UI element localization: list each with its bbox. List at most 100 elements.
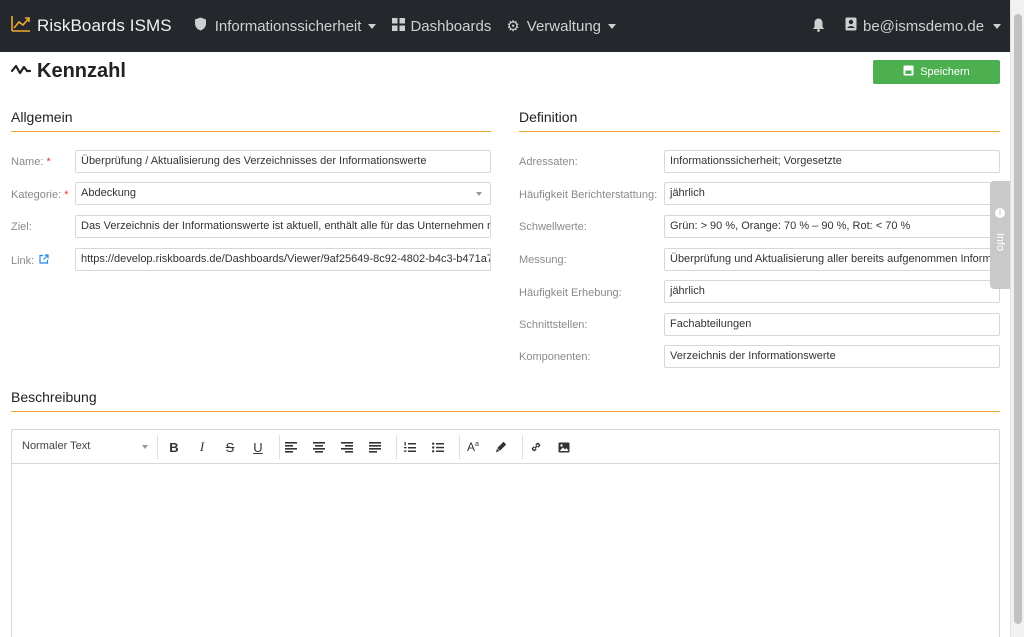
- bell-icon: [812, 18, 825, 36]
- link-field[interactable]: https://develop.riskboards.de/Dashboards…: [75, 248, 491, 271]
- shield-icon: [194, 17, 207, 35]
- name-label: Name: *: [11, 156, 51, 168]
- collection-frequency-label: Häufigkeit Erhebung:: [519, 287, 622, 299]
- format-select[interactable]: Normaler Text: [22, 440, 148, 452]
- strikethrough-icon: S: [225, 439, 235, 455]
- align-left-icon: [285, 441, 297, 453]
- toolbar-divider: [522, 435, 523, 459]
- nav-dashboards[interactable]: Dashboards: [392, 17, 492, 35]
- align-right-icon: [341, 441, 353, 453]
- interfaces-field[interactable]: Fachabteilungen: [664, 313, 1000, 336]
- measurement-field[interactable]: Überprüfung und Aktualisierung aller ber…: [664, 248, 1000, 271]
- nav-label: Informationssicherheit: [214, 17, 362, 35]
- highlighter-icon: [496, 441, 507, 453]
- save-label: Speichern: [920, 66, 970, 78]
- reporting-frequency-field[interactable]: jährlich: [664, 182, 1000, 205]
- italic-icon: I: [199, 439, 205, 454]
- thresholds-field[interactable]: Grün: > 90 %, Orange: 70 % – 90 %, Rot: …: [664, 215, 1000, 238]
- rich-text-editor: Normaler Text B I S U Aa: [11, 429, 1000, 637]
- section-divider: [11, 411, 1000, 412]
- interfaces-label: Schnittstellen:: [519, 319, 588, 331]
- category-select[interactable]: Abdeckung: [75, 182, 491, 205]
- scrollbar-thumb[interactable]: [1014, 14, 1022, 624]
- format-select-value: Normaler Text: [22, 440, 91, 452]
- user-menu[interactable]: be@ismsdemo.de: [845, 17, 1002, 35]
- chevron-down-icon: [142, 445, 148, 449]
- user-card-icon: [845, 17, 857, 35]
- chevron-down-icon: [993, 23, 1002, 29]
- save-icon: [903, 65, 914, 79]
- nav-verwaltung[interactable]: ⚙ Verwaltung: [506, 18, 616, 35]
- info-icon: i: [995, 208, 1005, 218]
- strikethrough-button[interactable]: S: [221, 438, 239, 456]
- align-center-button[interactable]: [310, 438, 328, 456]
- editor-toolbar: Normaler Text B I S U Aa: [12, 430, 999, 464]
- category-label: Kategorie: *: [11, 189, 69, 201]
- section-title-definition: Definition: [519, 109, 578, 125]
- components-label: Komponenten:: [519, 351, 591, 363]
- chart-line-icon: [11, 15, 31, 38]
- user-email: be@ismsdemo.de: [863, 17, 985, 35]
- app-window: RiskBoards ISMS Informationssicherheit D…: [0, 0, 1024, 637]
- toolbar-divider: [396, 435, 397, 459]
- measurement-label: Messung:: [519, 254, 567, 266]
- save-button[interactable]: Speichern: [873, 60, 1000, 84]
- info-tab-label: Info: [993, 232, 1006, 252]
- name-field[interactable]: Überprüfung / Aktualisierung des Verzeic…: [75, 150, 491, 173]
- toolbar-divider: [157, 435, 158, 459]
- highlight-button[interactable]: [492, 438, 510, 456]
- components-field[interactable]: Verzeichnis der Informationswerte: [664, 345, 1000, 368]
- page-title: Kennzahl: [10, 60, 126, 83]
- toolbar-divider: [459, 435, 460, 459]
- goal-label: Ziel:: [11, 221, 32, 233]
- category-value: Abdeckung: [81, 187, 137, 199]
- nav-label: Dashboards: [410, 17, 492, 35]
- underline-button[interactable]: U: [249, 438, 267, 456]
- thresholds-label: Schwellwerte:: [519, 221, 587, 233]
- editor-content-area[interactable]: [12, 464, 999, 637]
- bold-button[interactable]: B: [165, 438, 183, 456]
- bullet-list-button[interactable]: [429, 438, 447, 456]
- align-justify-button[interactable]: [366, 438, 384, 456]
- align-left-button[interactable]: [282, 438, 300, 456]
- page-scrollbar[interactable]: [1010, 0, 1024, 637]
- recipients-field[interactable]: Informationssicherheit; Vorgesetzte: [664, 150, 1000, 173]
- brand[interactable]: RiskBoards ISMS: [11, 15, 172, 38]
- recipients-label: Adressaten:: [519, 156, 578, 168]
- underline-icon: U: [253, 439, 263, 455]
- ordered-list-button[interactable]: [401, 438, 419, 456]
- info-tab[interactable]: i Info: [990, 181, 1010, 289]
- insert-link-button[interactable]: [527, 438, 545, 456]
- notifications-button[interactable]: [812, 18, 825, 36]
- grid-icon: [392, 17, 406, 35]
- pulse-icon: [10, 63, 32, 81]
- section-title-general: Allgemein: [11, 109, 73, 125]
- link-label: Link:: [11, 254, 49, 267]
- brand-name: RiskBoards ISMS: [37, 16, 172, 35]
- bullet-list-icon: [432, 442, 444, 452]
- section-divider: [11, 131, 491, 132]
- link-icon: [531, 442, 541, 452]
- top-navbar: RiskBoards ISMS Informationssicherheit D…: [0, 0, 1010, 52]
- nav-label: Verwaltung: [526, 17, 601, 35]
- font-size-icon: Aa: [467, 440, 479, 454]
- insert-image-button[interactable]: [555, 438, 573, 456]
- reporting-frequency-label: Häufigkeit Berichterstattung:: [519, 189, 658, 201]
- external-link-icon[interactable]: [39, 254, 49, 267]
- ordered-list-icon: [404, 441, 416, 452]
- goal-field[interactable]: Das Verzeichnis der Informationswerte is…: [75, 215, 491, 238]
- chevron-down-icon: [368, 23, 377, 29]
- page-title-text: Kennzahl: [37, 60, 126, 82]
- section-title-description: Beschreibung: [11, 389, 97, 405]
- collection-frequency-field[interactable]: jährlich: [664, 280, 1000, 303]
- align-center-icon: [313, 441, 325, 453]
- chevron-down-icon: [476, 192, 482, 196]
- align-right-button[interactable]: [338, 438, 356, 456]
- nav-informationssicherheit[interactable]: Informationssicherheit: [194, 17, 377, 35]
- image-icon: [558, 442, 570, 452]
- section-divider: [519, 131, 1000, 132]
- italic-button[interactable]: I: [193, 438, 211, 456]
- bold-icon: B: [169, 439, 179, 455]
- align-justify-icon: [369, 441, 381, 453]
- font-size-button[interactable]: Aa: [464, 438, 482, 456]
